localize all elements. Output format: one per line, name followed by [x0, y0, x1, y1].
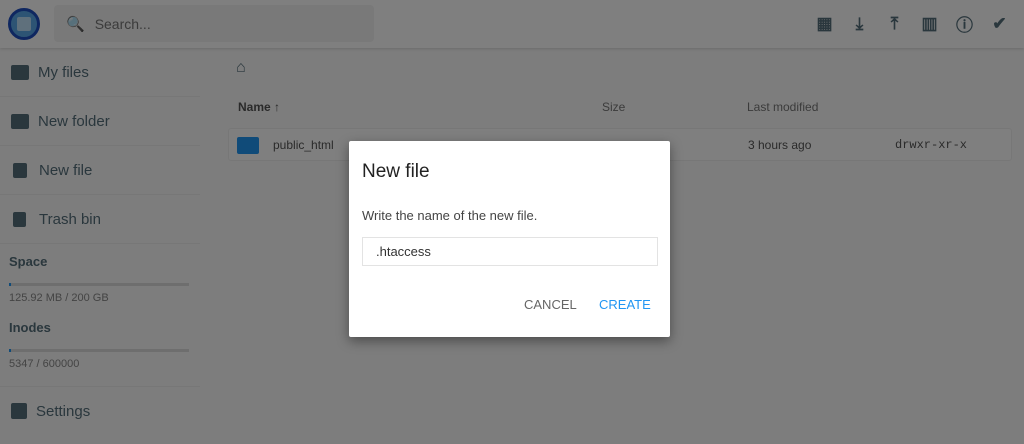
new-file-dialog: New file Write the name of the new file.…	[349, 141, 670, 337]
filename-input[interactable]	[362, 237, 658, 266]
cancel-button[interactable]: CANCEL	[524, 297, 577, 312]
dialog-message: Write the name of the new file.	[362, 208, 538, 223]
dialog-title: New file	[362, 161, 430, 182]
create-button[interactable]: CREATE	[599, 297, 651, 312]
